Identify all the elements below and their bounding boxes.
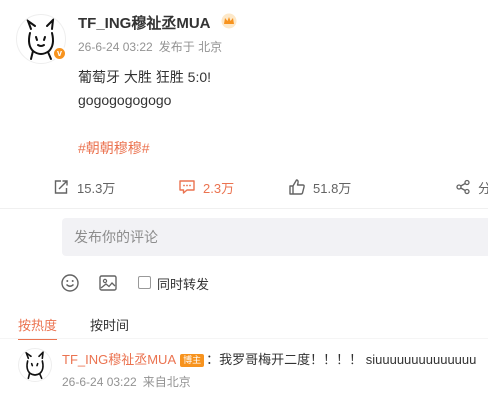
post-text-line-1: 葡萄牙 大胜 狂胜 5:0! (78, 69, 212, 85)
post-author-name[interactable]: TF_ING穆祉丞MUA (78, 12, 211, 33)
comment-text: ：我罗哥梅开二度！！！！ siuuuuuuuuuuuuuu (206, 352, 477, 367)
forward-checkbox[interactable] (138, 276, 151, 289)
post-text-line-2: gogogogogogo (78, 92, 172, 108)
tab-sort-hot[interactable]: 按热度 (18, 315, 58, 340)
comment-line: TF_ING穆祉丞MUA 博主 ：我罗哥梅开二度！！！！ siuuuuuuuuuuu… (62, 349, 476, 368)
repost-count: 15.3万 (77, 180, 116, 196)
comment-count: 2.3万 (203, 180, 235, 196)
hashtag-link[interactable]: #朝朝穆穆# (78, 138, 150, 158)
commenter-name[interactable]: TF_ING穆祉丞MUA (62, 352, 176, 367)
image-icon[interactable] (98, 273, 118, 293)
verified-badge: v (52, 46, 67, 61)
share-button[interactable]: 分 (455, 178, 488, 196)
forward-checkbox-label[interactable]: 同时转发 (157, 274, 209, 293)
comment-time: 26-6-24 03:22 (62, 375, 137, 389)
emoji-icon[interactable] (60, 273, 80, 293)
commenter-avatar[interactable] (18, 348, 52, 382)
tabs-divider (0, 338, 488, 339)
thumbs-up-icon (289, 179, 305, 195)
post-source: 发布于 北京 (158, 40, 223, 54)
author-tag-badge: 博主 (180, 354, 205, 367)
repost-button[interactable]: 15.3万 (52, 178, 115, 196)
post-time[interactable]: 26-6-24 03:22 (78, 40, 153, 54)
comment-meta: 26-6-24 03:22 来自北京 (62, 373, 191, 390)
like-count: 51.8万 (313, 180, 352, 196)
crown-badge-icon (221, 13, 237, 29)
comment-bubble-icon (179, 180, 195, 194)
post-meta: 26-6-24 03:22 发布于 北京 (78, 38, 222, 55)
avatar-doodle-icon (24, 350, 45, 380)
share-box-icon (54, 180, 68, 194)
action-bar-divider (0, 208, 488, 209)
tab-sort-time[interactable]: 按时间 (90, 315, 129, 334)
like-button[interactable]: 51.8万 (288, 178, 351, 196)
share-label: 分 (478, 180, 488, 196)
share-nodes-icon (456, 179, 470, 195)
comment-input[interactable] (62, 218, 488, 256)
comment-location: 来自北京 (142, 375, 191, 389)
comment-button[interactable]: 2.3万 (178, 178, 234, 196)
